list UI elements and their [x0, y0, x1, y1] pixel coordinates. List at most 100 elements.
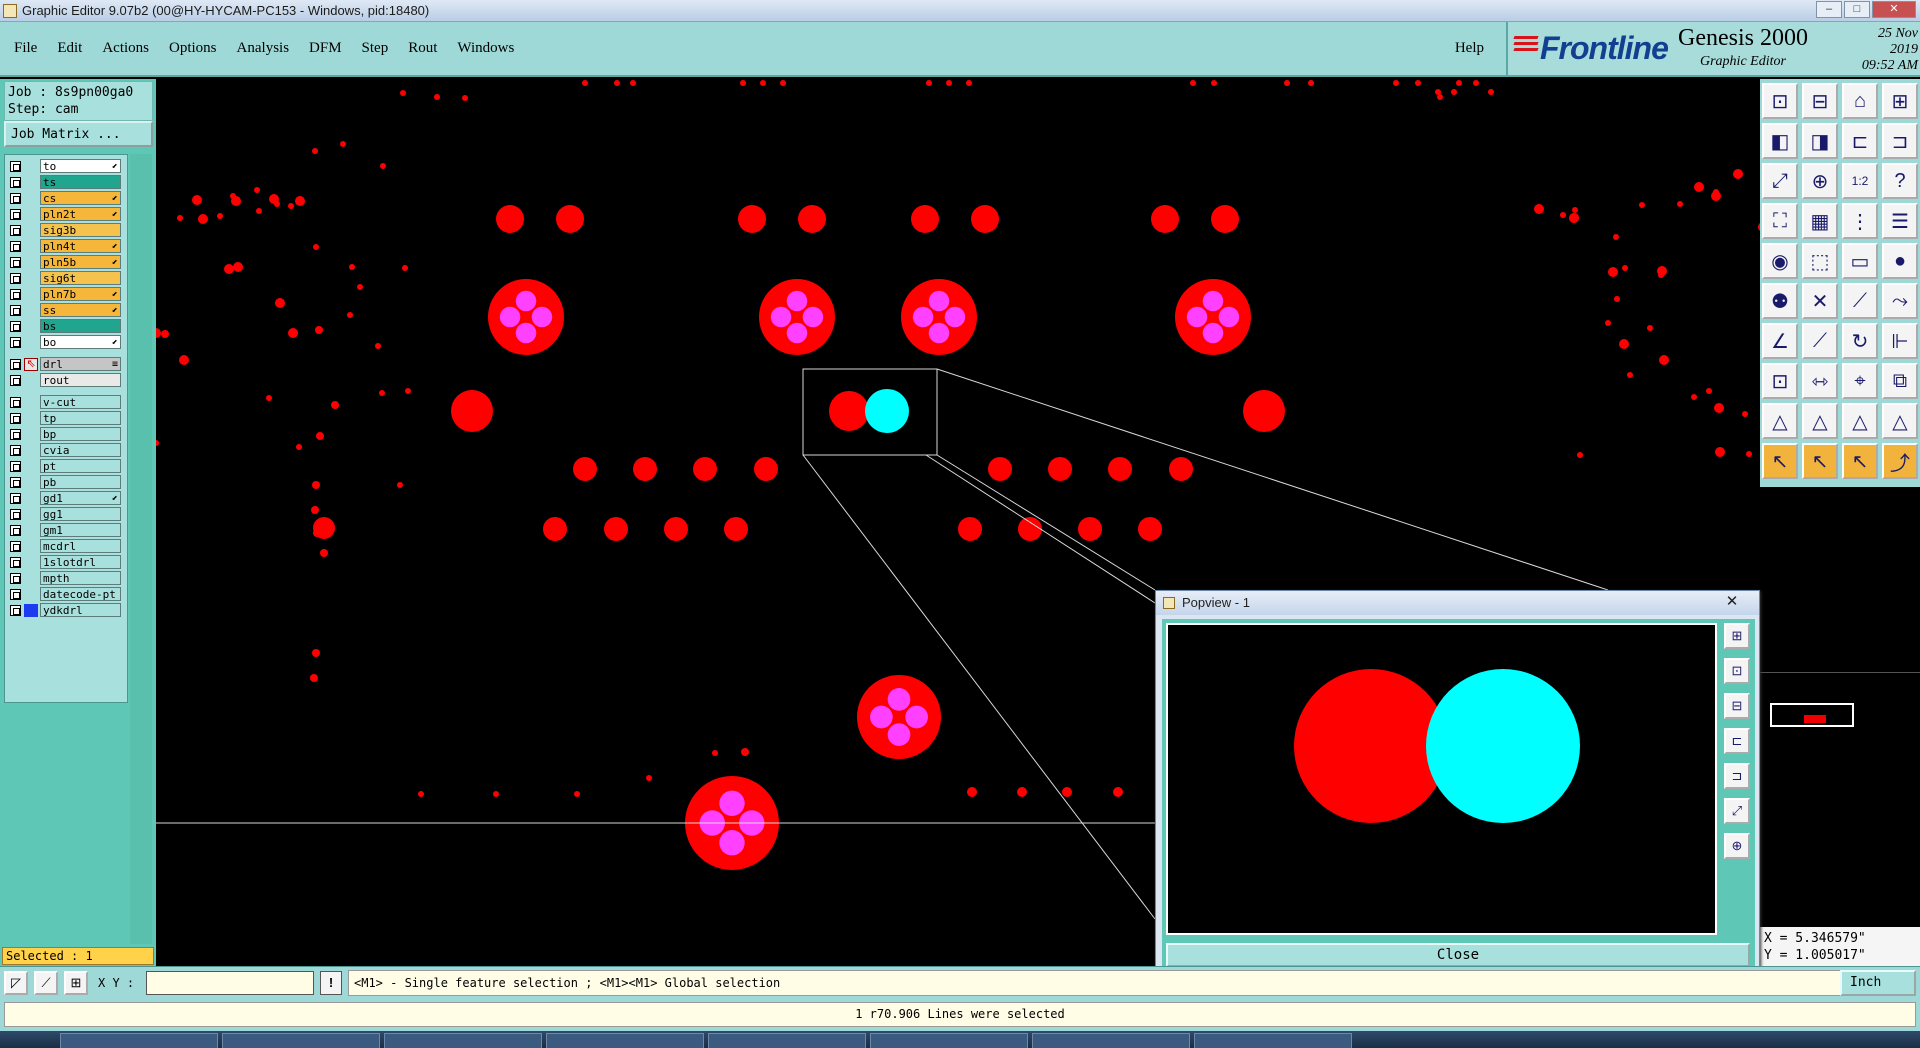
copy-icon[interactable]: ⧉ — [1882, 363, 1918, 399]
via-tiny[interactable] — [434, 94, 440, 100]
layer-checkbox[interactable] — [10, 256, 21, 268]
layer-checkbox[interactable] — [10, 304, 21, 316]
pad-medium[interactable] — [1151, 205, 1179, 233]
via-small[interactable] — [967, 787, 977, 797]
layer-checkbox[interactable] — [10, 412, 21, 424]
taskbar-item[interactable] — [708, 1033, 866, 1048]
via-tiny[interactable] — [1742, 411, 1748, 417]
via-tiny[interactable] — [1560, 212, 1566, 218]
layer-checkbox[interactable] — [10, 192, 21, 204]
layer-checkbox[interactable] — [10, 492, 21, 504]
via-small[interactable] — [316, 432, 324, 440]
layer-name[interactable]: gd1 ⬋ — [40, 491, 121, 505]
layer-name[interactable]: pt — [40, 459, 121, 473]
via-tiny[interactable] — [1211, 80, 1217, 86]
pad-medium[interactable] — [971, 205, 999, 233]
pad-medium[interactable] — [664, 517, 688, 541]
via-tiny[interactable] — [379, 390, 385, 396]
taskbar-item[interactable] — [222, 1033, 380, 1048]
layer-row[interactable]: bp — [5, 426, 127, 442]
via-tiny[interactable] — [760, 80, 766, 86]
menu-step[interactable]: Step — [362, 40, 389, 57]
layer-name[interactable]: ss ⬋ — [40, 303, 121, 317]
via-tiny[interactable] — [312, 148, 318, 154]
via-tiny[interactable] — [1393, 80, 1399, 86]
layer-name[interactable]: drl ≡ — [40, 357, 121, 371]
move-icon[interactable]: ⟋ — [1802, 323, 1838, 359]
add-surface-icon[interactable]: ● — [1882, 243, 1918, 279]
layers-icon[interactable]: ☰ — [1882, 203, 1918, 239]
layer-checkbox[interactable] — [10, 224, 21, 236]
via-tiny[interactable] — [340, 141, 346, 147]
layer-row[interactable]: pln2t ⬋ — [5, 206, 127, 222]
layer-row[interactable]: to ⬋ — [5, 158, 127, 174]
via-small[interactable] — [1534, 204, 1544, 214]
xy-input[interactable] — [146, 971, 314, 995]
via-tiny[interactable] — [1415, 80, 1421, 86]
layer-name[interactable]: v-cut — [40, 395, 121, 409]
via-small[interactable] — [1694, 182, 1704, 192]
via-small[interactable] — [1062, 787, 1072, 797]
via-tiny[interactable] — [614, 80, 620, 86]
via-tiny[interactable] — [256, 208, 262, 214]
pad-medium[interactable] — [738, 205, 766, 233]
thermal-spoke[interactable] — [1202, 322, 1224, 344]
via-small[interactable] — [311, 506, 319, 514]
layer-checkbox[interactable] — [10, 374, 21, 386]
via-small[interactable] — [312, 649, 320, 657]
pad-medium[interactable] — [604, 517, 628, 541]
break-icon[interactable]: ⤳ — [1882, 283, 1918, 319]
pad-medium[interactable] — [1211, 205, 1239, 233]
mirror-icon[interactable]: ⊩ — [1882, 323, 1918, 359]
thermal-spoke[interactable] — [802, 306, 824, 328]
via-tiny[interactable] — [296, 444, 302, 450]
layer-name[interactable]: cvia — [40, 443, 121, 457]
layer-row[interactable]: rout — [5, 372, 127, 388]
via-tiny[interactable] — [1437, 94, 1443, 100]
via-small[interactable] — [1714, 403, 1724, 413]
taskbar-item[interactable] — [1032, 1033, 1190, 1048]
triangle-icon[interactable]: △ — [1762, 403, 1798, 439]
via-small[interactable] — [315, 326, 323, 334]
close-window-button[interactable]: ✕ — [1872, 1, 1916, 18]
fill-icon[interactable]: △ — [1882, 403, 1918, 439]
layer-row[interactable]: v-cut — [5, 394, 127, 410]
thermal-spoke[interactable] — [515, 290, 537, 312]
via-tiny[interactable] — [349, 264, 355, 270]
home-icon[interactable]: ⌂ — [1842, 83, 1878, 119]
measure-icon[interactable]: ⛶ — [1762, 203, 1798, 239]
taskbar-item[interactable] — [546, 1033, 704, 1048]
via-tiny[interactable] — [397, 482, 403, 488]
layer-checkbox[interactable] — [10, 444, 21, 456]
layer-row[interactable]: cvia — [5, 442, 127, 458]
layer-row[interactable]: tp — [5, 410, 127, 426]
thermal-spoke[interactable] — [531, 306, 553, 328]
layer-checkbox[interactable] — [10, 396, 21, 408]
layer-name[interactable]: pln7b ⬋ — [40, 287, 121, 301]
pad-medium[interactable] — [1108, 457, 1132, 481]
zoom-out-icon[interactable]: ⊟ — [1724, 693, 1750, 719]
via-tiny[interactable] — [288, 203, 294, 209]
layer-name[interactable]: mcdrl — [40, 539, 121, 553]
pan-up-icon[interactable]: ⊏ — [1842, 123, 1878, 159]
snap-icon[interactable]: ⋮ — [1842, 203, 1878, 239]
thermal-pad[interactable] — [1175, 279, 1251, 355]
layer-name[interactable]: ts — [40, 175, 121, 189]
pointer-move-icon[interactable]: ↖ — [1842, 443, 1878, 479]
via-small[interactable] — [1711, 191, 1721, 201]
layer-name[interactable]: mpth — [40, 571, 121, 585]
layer-row[interactable]: sig3b — [5, 222, 127, 238]
layer-name[interactable]: 1slotdrl — [40, 555, 121, 569]
layer-name[interactable]: tp — [40, 411, 121, 425]
thermal-spoke[interactable] — [1202, 290, 1224, 312]
layer-name[interactable]: pln5b ⬋ — [40, 255, 121, 269]
layer-row[interactable]: pln5b ⬋ — [5, 254, 127, 270]
via-tiny[interactable] — [1706, 388, 1712, 394]
thermal-spoke[interactable] — [719, 830, 745, 856]
layer-row[interactable]: ss ⬋ — [5, 302, 127, 318]
layer-row[interactable]: mcdrl — [5, 538, 127, 554]
via-tiny[interactable] — [177, 215, 183, 221]
pad-medium[interactable] — [633, 457, 657, 481]
pad-medium[interactable] — [911, 205, 939, 233]
via-small[interactable] — [1569, 213, 1579, 223]
